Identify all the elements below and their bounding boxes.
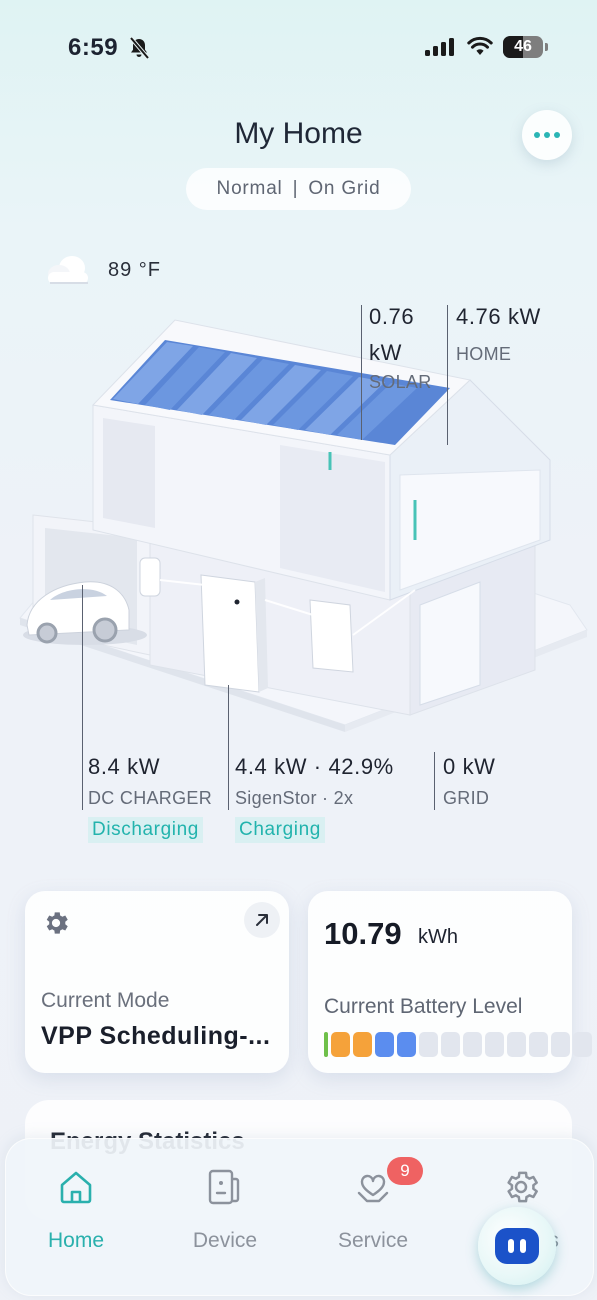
house-illustration <box>19 319 588 732</box>
grid-value: 0 <box>443 754 456 779</box>
dc-charger-metric: 8.4 kW DC CHARGER Discharging <box>88 754 212 843</box>
solar-label: SOLAR <box>369 372 432 392</box>
inverter-image <box>309 599 354 673</box>
storage-unit: kW <box>274 754 308 779</box>
nav-home[interactable]: Home <box>16 1167 136 1253</box>
assistant-bot-button[interactable] <box>478 1207 556 1285</box>
storage-count: 2x <box>333 788 354 808</box>
bell-muted-icon <box>129 36 150 60</box>
battery-segment-filled <box>353 1032 372 1057</box>
grid-unit: kW <box>462 754 496 779</box>
wifi-icon <box>467 36 493 55</box>
home-value: 4.76 <box>456 304 502 329</box>
battery-icon: 46 <box>503 36 543 58</box>
storage-state-badge: Charging <box>235 817 325 843</box>
battery-segment-empty <box>441 1032 460 1057</box>
solar-metric: 0.76 kW SOLAR <box>369 304 439 393</box>
more-dot-icon <box>554 132 560 138</box>
home-icon <box>60 1171 92 1204</box>
device-icon <box>208 1169 240 1205</box>
more-dot-icon <box>544 132 550 138</box>
current-mode-card[interactable]: Current Mode VPP Scheduling-... <box>25 891 289 1073</box>
more-options-button[interactable] <box>522 110 572 160</box>
nav-service[interactable]: 9 Service <box>313 1157 433 1253</box>
grid-label: GRID <box>443 788 490 808</box>
nav-home-label: Home <box>47 1229 105 1252</box>
dc-charger-state-badge: Discharging <box>88 817 203 843</box>
battery-segment-empty <box>573 1032 592 1057</box>
service-notification-badge: 9 <box>387 1157 423 1185</box>
battery-tip <box>545 43 548 51</box>
solar-unit: kW <box>369 340 402 365</box>
weather-widget: 89 °F <box>42 252 161 288</box>
arrow-up-right-icon <box>256 914 268 926</box>
storage-metric: 4.4 kW · 42.9% SigenStor · 2x Charging <box>235 754 394 843</box>
battery-percentage: 46 <box>514 38 532 55</box>
storage-label: SigenStor <box>235 788 317 808</box>
operation-mode: Normal <box>216 178 283 199</box>
storage-percent: 42.9% <box>328 754 394 779</box>
gear-icon <box>46 912 68 934</box>
status-bar: 6:59 46 <box>0 0 597 100</box>
cellular-signal-icon <box>425 38 454 56</box>
battery-level-bar <box>324 1032 592 1057</box>
solar-leader-line <box>361 305 362 440</box>
battery-segment-filled <box>375 1032 394 1057</box>
current-mode-value: VPP Scheduling-... <box>41 1022 271 1050</box>
battery-segment-filled <box>397 1032 416 1057</box>
dc-charger-label: DC CHARGER <box>88 788 213 808</box>
battery-energy-value: 10.79 <box>324 916 402 951</box>
grid-metric: 0 kW GRID <box>443 754 496 809</box>
solar-value: 0.76 <box>369 304 415 329</box>
battery-segment-empty <box>551 1032 570 1057</box>
dc-charger-leader-line <box>82 585 83 810</box>
battery-level-card[interactable]: 10.79 kWh Current Battery Level <box>308 891 592 1073</box>
battery-segment-empty <box>419 1032 438 1057</box>
battery-segment-empty <box>529 1032 548 1057</box>
battery-energy-unit: kWh <box>418 926 458 948</box>
settings-icon <box>507 1171 538 1203</box>
assistant-bot-icon <box>495 1228 539 1264</box>
dc-charger-unit: kW <box>127 754 161 779</box>
battery-segment-filled <box>331 1032 350 1057</box>
cloud-icon <box>48 256 88 284</box>
battery-unit-image <box>200 574 260 693</box>
more-dot-icon <box>534 132 540 138</box>
battery-level-label: Current Battery Level <box>324 995 523 1018</box>
ev-charger-image <box>139 557 161 597</box>
battery-segment-filled <box>324 1032 328 1057</box>
temperature: 89 °F <box>108 258 162 281</box>
system-status-pill: Normal | On Grid <box>186 168 411 210</box>
page-title: My Home <box>234 117 363 150</box>
open-mode-button[interactable] <box>244 902 280 938</box>
storage-value: 4.4 <box>235 754 268 779</box>
battery-segment-empty <box>485 1032 504 1057</box>
home-metric: 4.76 kW HOME <box>456 304 541 365</box>
status-time: 6:59 <box>68 34 119 61</box>
current-mode-label: Current Mode <box>41 989 170 1012</box>
battery-segment-empty <box>507 1032 526 1057</box>
home-unit: kW <box>507 304 541 329</box>
nav-device[interactable]: Device <box>165 1167 285 1253</box>
grid-leader-line <box>434 752 435 810</box>
home-label: HOME <box>456 344 512 364</box>
separator: | <box>292 178 299 199</box>
nav-service-label: Service <box>337 1229 409 1252</box>
storage-leader-line <box>228 685 229 810</box>
grid-state: On Grid <box>308 178 381 199</box>
home-leader-line <box>447 305 448 445</box>
battery-segment-empty <box>463 1032 482 1057</box>
nav-device-label: Device <box>192 1229 258 1252</box>
dc-charger-value: 8.4 <box>88 754 121 779</box>
